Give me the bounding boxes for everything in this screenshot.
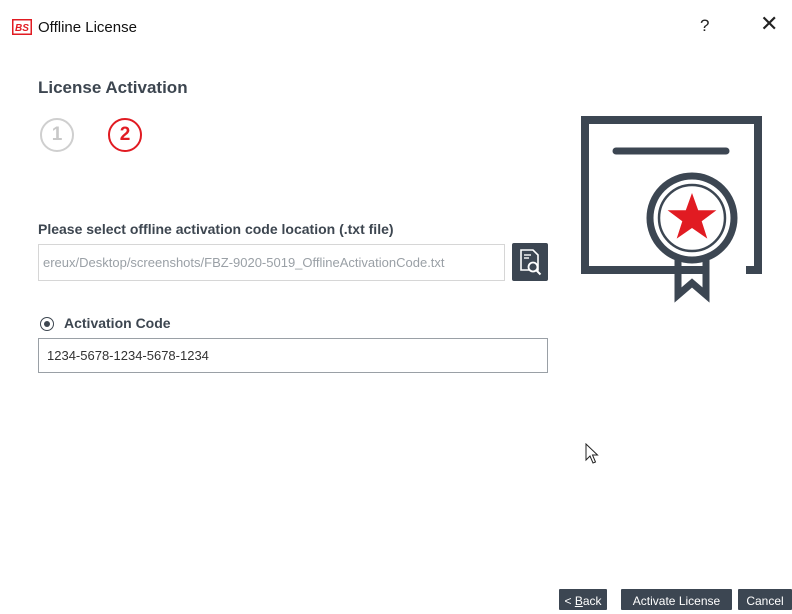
certificate-icon — [581, 116, 762, 303]
activation-code-input[interactable] — [38, 338, 548, 373]
location-label: Please select offline activation code lo… — [38, 221, 394, 237]
back-rest: ack — [582, 594, 602, 608]
radio-selected-dot — [44, 321, 50, 327]
back-prefix: < — [564, 594, 575, 608]
cancel-button[interactable]: Cancel — [738, 589, 792, 610]
activation-code-radio[interactable] — [40, 317, 54, 331]
help-button[interactable]: ? — [700, 16, 709, 36]
bs-logo-icon: BS — [12, 19, 32, 35]
activate-license-button[interactable]: Activate License — [621, 589, 732, 610]
step-2-indicator: 2 — [108, 118, 142, 152]
back-mnemonic: B — [574, 594, 583, 608]
file-search-icon — [520, 249, 542, 276]
title-bar: BS Offline License ? ✕ — [0, 0, 792, 56]
close-button[interactable]: ✕ — [760, 13, 778, 35]
file-path-field[interactable]: ereux/Desktop/screenshots/FBZ-9020-5019_… — [38, 244, 505, 281]
page-title: License Activation — [38, 78, 188, 97]
browse-button[interactable] — [512, 243, 548, 281]
mouse-cursor-icon — [585, 443, 599, 464]
window-title: Offline License — [38, 19, 137, 36]
svg-text:BS: BS — [15, 23, 29, 34]
file-path-value: ereux/Desktop/screenshots/FBZ-9020-5019_… — [43, 255, 445, 270]
back-button[interactable]: < Back — [559, 589, 607, 610]
activation-code-label: Activation Code — [64, 315, 171, 331]
step-1-indicator: 1 — [40, 118, 74, 152]
